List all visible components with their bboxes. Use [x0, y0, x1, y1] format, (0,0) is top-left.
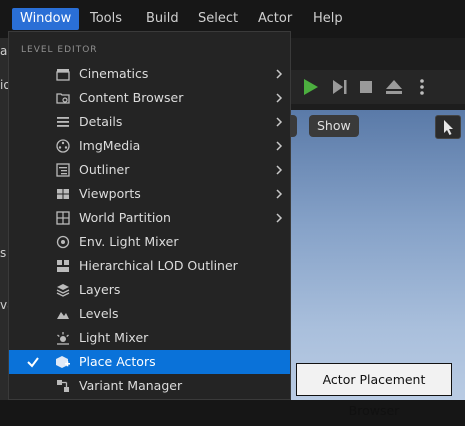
chevron-right-icon [276, 69, 283, 79]
chevron-right-icon [276, 117, 283, 127]
menu-tools[interactable]: Tools [82, 8, 130, 30]
menu-item-place-actors[interactable]: Place Actors [9, 350, 290, 374]
menu-item-world-partition[interactable]: World Partition [9, 206, 290, 230]
play-icon[interactable] [298, 75, 322, 99]
menu-select[interactable]: Select [190, 8, 246, 30]
step-forward-icon[interactable] [327, 75, 351, 99]
menu-item-layers[interactable]: Layers [9, 278, 290, 302]
checkmark-icon [27, 357, 39, 368]
menu-item-label: Viewports [79, 186, 141, 201]
menu-item-label: Outliner [79, 162, 130, 177]
chevron-right-icon [276, 165, 283, 175]
menu-item-content-browser[interactable]: Content Browser [9, 86, 290, 110]
section-header: LEVEL EDITOR [21, 45, 98, 55]
chevron-right-icon [276, 213, 283, 223]
menu-item-env-light-mixer[interactable]: Env. Light Mixer [9, 230, 290, 254]
menu-item-label: Levels [79, 306, 119, 321]
menu-item-label: Place Actors [79, 354, 156, 369]
window-dropdown-menu: LEVEL EDITOR Cinematics Content Browser … [8, 31, 291, 400]
menu-item-label: World Partition [79, 210, 171, 225]
menu-item-details[interactable]: Details [9, 110, 290, 134]
select-mode-button[interactable] [435, 115, 461, 139]
menu-item-label: Light Mixer [79, 330, 149, 345]
menu-item-outliner[interactable]: Outliner [9, 158, 290, 182]
menu-item-light-mixer[interactable]: Light Mixer [9, 326, 290, 350]
menu-item-label: Hierarchical LOD Outliner [79, 258, 238, 273]
stop-icon[interactable] [354, 75, 378, 99]
menu-item-label: ImgMedia [79, 138, 141, 153]
chevron-right-icon [276, 93, 283, 103]
menu-window[interactable]: Window [12, 8, 80, 30]
content-browser-icon [56, 93, 70, 104]
menu-item-label: Content Browser [79, 90, 184, 105]
hlod-icon [57, 260, 69, 272]
menu-item-label: Variant Manager [79, 378, 183, 393]
show-button[interactable]: Show [309, 115, 359, 137]
outliner-icon [56, 163, 70, 177]
film-reel-icon [56, 139, 70, 153]
viewports-icon [57, 189, 69, 199]
place-actors-icon [56, 356, 70, 368]
menu-item-hlod-outliner[interactable]: Hierarchical LOD Outliner [9, 254, 290, 278]
menu-item-imgmedia[interactable]: ImgMedia [9, 134, 290, 158]
menu-item-levels[interactable]: Levels [9, 302, 290, 326]
layers-icon [56, 284, 70, 297]
variant-manager-icon [57, 380, 69, 392]
level-viewport[interactable] [290, 110, 465, 400]
menu-item-label: Env. Light Mixer [79, 234, 179, 249]
light-mixer-icon [56, 235, 70, 249]
menu-item-cinematics[interactable]: Cinematics [9, 62, 290, 86]
light-icon [57, 332, 69, 345]
play-toolbar [290, 70, 465, 104]
world-partition-icon [56, 211, 70, 225]
chevron-right-icon [276, 189, 283, 199]
tooltip: Actor Placement Browser [296, 363, 452, 418]
clapperboard-icon [56, 69, 70, 81]
menu-help[interactable]: Help [305, 8, 351, 30]
menu-build[interactable]: Build [138, 8, 187, 30]
cursor-icon [444, 120, 453, 135]
menu-item-label: Details [79, 114, 123, 129]
more-options-icon[interactable] [410, 75, 434, 99]
menu-item-label: Cinematics [79, 66, 149, 81]
eject-icon[interactable] [382, 75, 406, 99]
menu-actor[interactable]: Actor [250, 8, 300, 30]
menu-item-label: Layers [79, 282, 121, 297]
chevron-right-icon [276, 141, 283, 151]
menu-item-variant-manager[interactable]: Variant Manager [9, 374, 290, 398]
menu-item-viewports[interactable]: Viewports [9, 182, 290, 206]
details-list-icon [57, 117, 69, 127]
levels-icon [57, 312, 69, 319]
